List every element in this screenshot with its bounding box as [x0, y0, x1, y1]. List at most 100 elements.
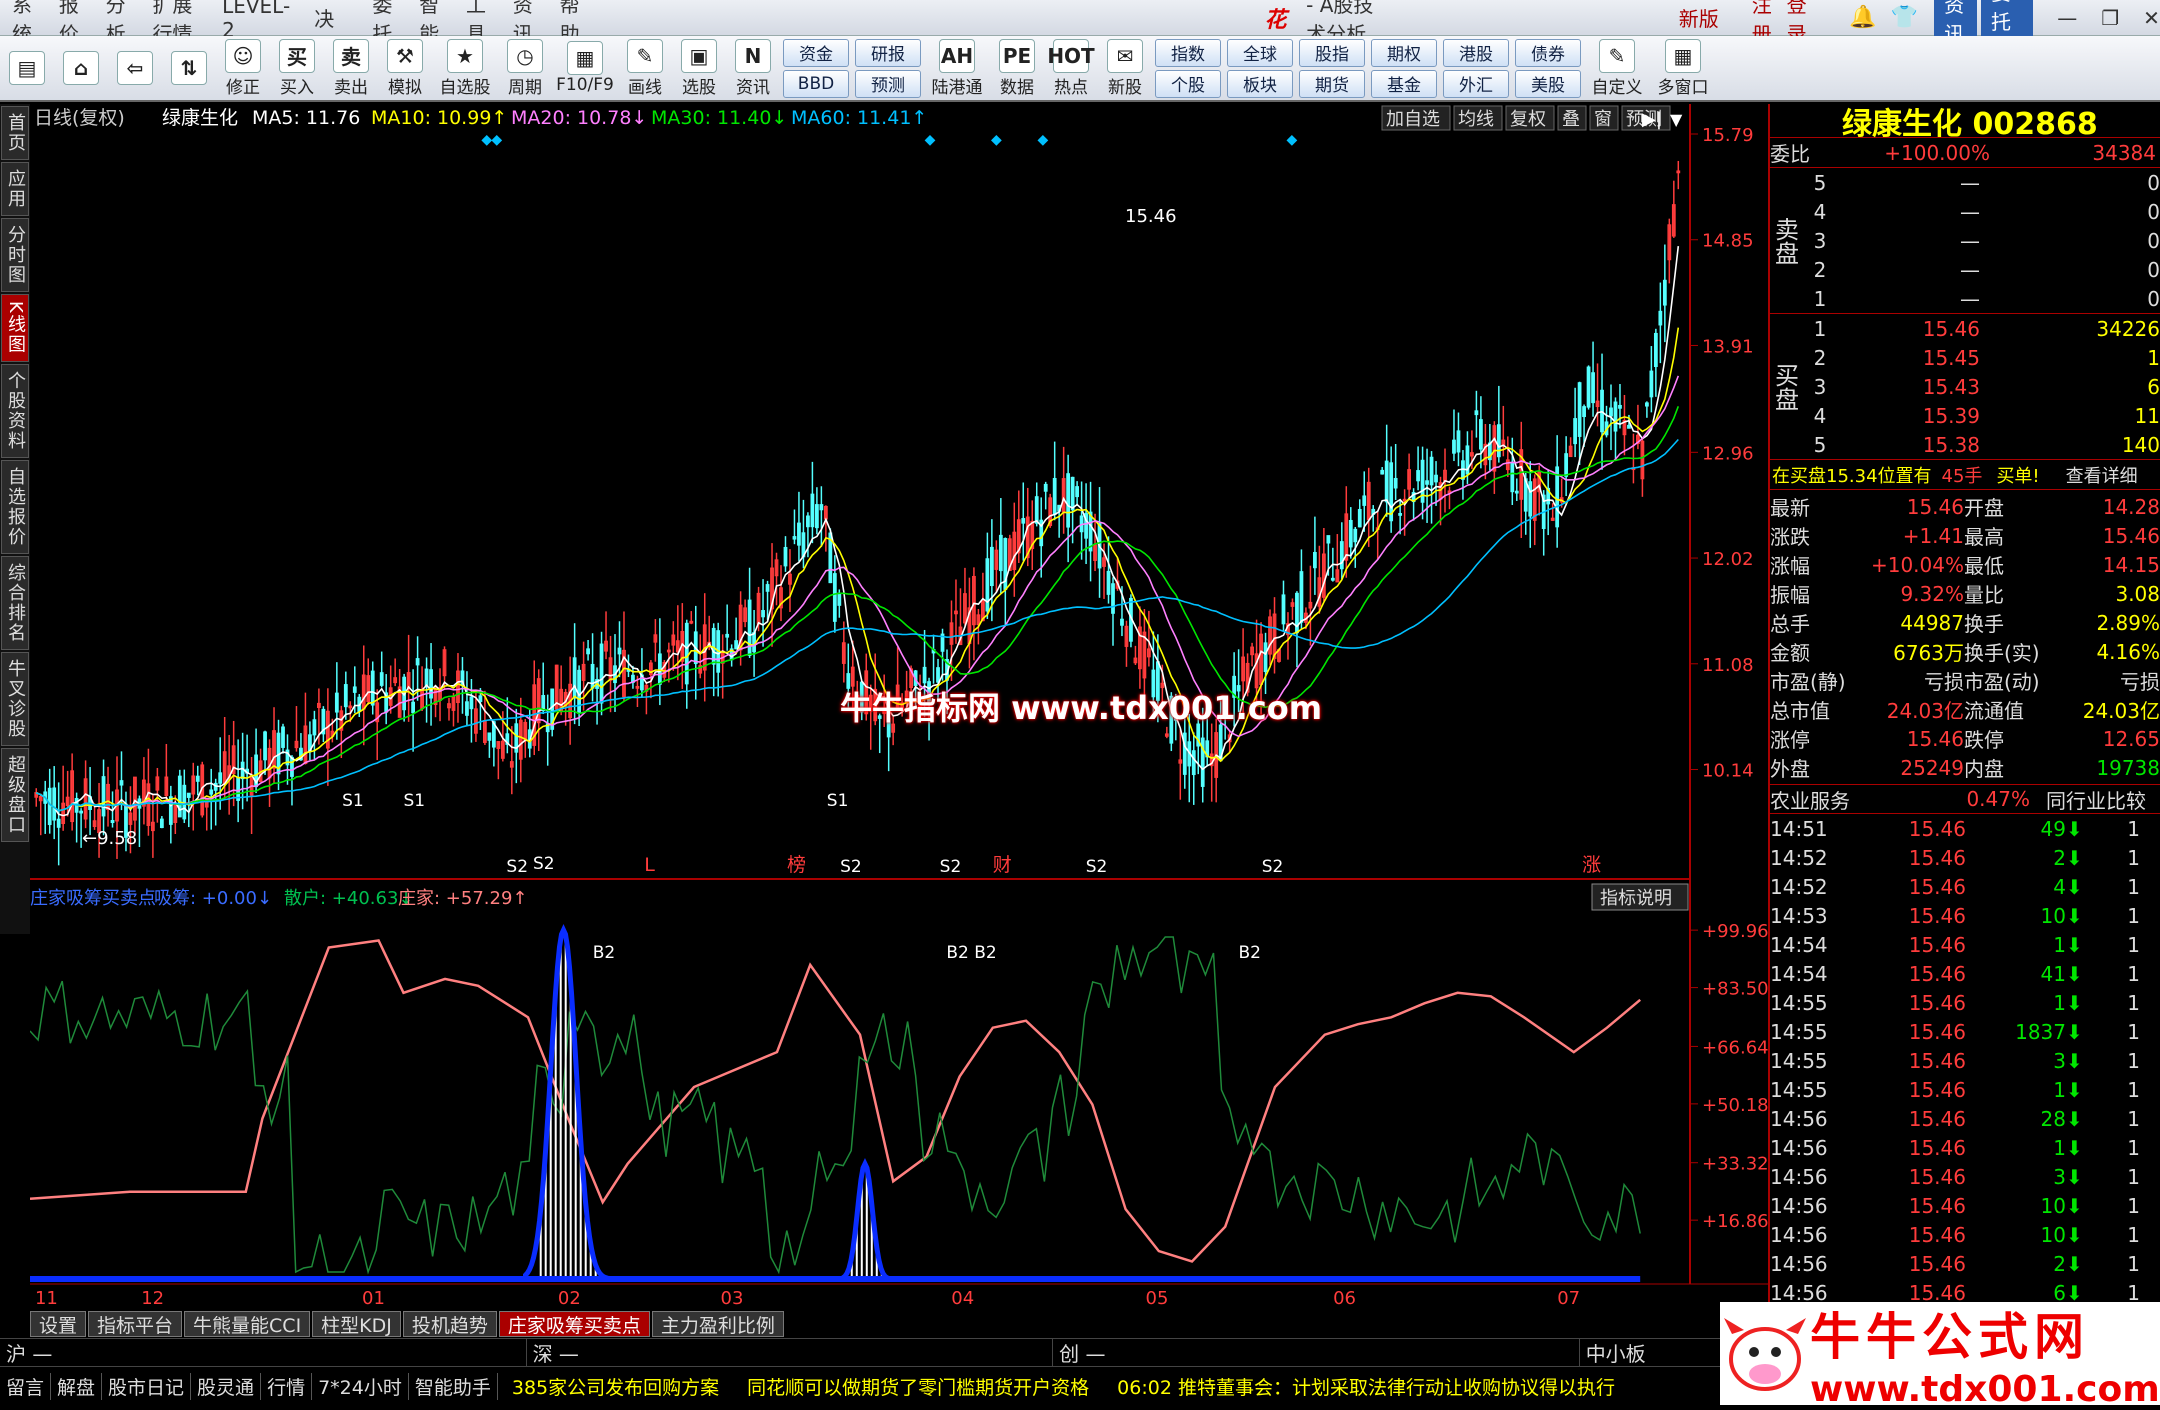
- tool-c-4-0[interactable]: 港股: [1443, 38, 1509, 67]
- sector-compare-button[interactable]: 同行业比较: [2046, 785, 2146, 813]
- indicator-tab-4[interactable]: 投机趋势: [402, 1311, 497, 1337]
- status-item-1[interactable]: 解盘: [51, 1372, 103, 1400]
- tool-icon-12: ▣: [681, 38, 717, 73]
- event-diamond-icon[interactable]: ◆: [491, 132, 502, 148]
- tool-c-1-1[interactable]: 板块: [1227, 69, 1293, 98]
- tool-8[interactable]: ★ 自选股: [432, 37, 498, 99]
- index-slot-1[interactable]: 深 —: [527, 1338, 1054, 1367]
- status-item-3[interactable]: 股灵通: [191, 1372, 262, 1400]
- sidebar-item-1[interactable]: 应用: [1, 162, 29, 216]
- index-slot-0[interactable]: 沪 —: [0, 1338, 527, 1367]
- indicator-tab-2[interactable]: 牛熊量能CCI: [184, 1311, 311, 1337]
- tool-label-8: 自选股: [439, 77, 491, 98]
- sidebar-item-4[interactable]: 个股资料: [1, 363, 29, 458]
- sidebar-item-2[interactable]: 分时图: [1, 218, 29, 292]
- tool-7[interactable]: ⚒ 模拟: [378, 37, 432, 99]
- tool-b-0[interactable]: AH 陆港通: [924, 37, 990, 99]
- tool-c-4-1[interactable]: 外汇: [1443, 69, 1509, 98]
- news-ticker-2[interactable]: 06:02 推特董事会：计划采取法律行动让收购协议得以执行: [1103, 1373, 1629, 1400]
- tool-c-2-1[interactable]: 期货: [1299, 69, 1365, 98]
- ind-signal-1: S1: [404, 791, 426, 811]
- status-item-2[interactable]: 股市日记: [102, 1372, 192, 1400]
- tick-row-1: 14:52 15.46 2 ⬇ 1: [1770, 843, 2160, 872]
- sidebar-item-7[interactable]: 牛叉诊股: [1, 651, 29, 746]
- event-diamond-icon[interactable]: ◆: [991, 132, 1002, 148]
- index-slot-2[interactable]: 创 —: [1053, 1338, 1580, 1367]
- status-item-6[interactable]: 智能助手: [409, 1372, 498, 1400]
- tool-b-1[interactable]: PE 数据: [990, 37, 1044, 99]
- event-marker-3[interactable]: 涨: [1582, 854, 1601, 876]
- tool-2[interactable]: ⇦: [108, 37, 162, 99]
- tool-c-0-1[interactable]: 个股: [1155, 69, 1221, 98]
- tool-c-2-0[interactable]: 股指: [1299, 38, 1365, 67]
- tool-6[interactable]: 卖卖出: [324, 37, 378, 99]
- status-item-4[interactable]: 行情: [261, 1372, 313, 1400]
- tool-c-5-0[interactable]: 债券: [1515, 38, 1581, 67]
- bell-icon[interactable]: 🔔: [1849, 5, 1876, 30]
- index-bar: 沪 — 深 — 创 — 中小板: [0, 1338, 1769, 1367]
- tool-3[interactable]: ⇅: [162, 37, 216, 99]
- event-marker-0[interactable]: L: [644, 854, 655, 876]
- arrow-down-icon: ⬇: [2066, 1222, 2083, 1247]
- close-icon[interactable]: ✕: [2143, 6, 2160, 30]
- candle-body: [819, 504, 824, 511]
- event-marker-2[interactable]: 财: [993, 854, 1012, 876]
- tool-13[interactable]: N 资讯: [726, 37, 780, 99]
- tool-4[interactable]: ☺ 修正: [216, 37, 270, 99]
- tool-a-1-1[interactable]: 预测: [855, 69, 921, 98]
- tick-vol: 1: [2053, 990, 2066, 1015]
- tool-12[interactable]: ▣ 选股: [672, 37, 726, 99]
- tool-c-3-1[interactable]: 基金: [1371, 69, 1437, 98]
- sidebar-item-5[interactable]: 自选报价: [1, 459, 29, 554]
- tool-b-3[interactable]: ✉ 新股: [1098, 37, 1152, 99]
- sidebar-item-0[interactable]: 首页: [1, 106, 29, 160]
- sidebar-item-3[interactable]: K线图: [1, 294, 29, 362]
- indicator-tab-6[interactable]: 主力盈利比例: [651, 1311, 784, 1337]
- event-diamond-icon[interactable]: ◆: [1038, 132, 1049, 148]
- tool-0[interactable]: ▤: [0, 37, 54, 99]
- candle-body: [1644, 402, 1649, 407]
- indicator-tab-0[interactable]: 设置: [30, 1311, 87, 1337]
- tool-1[interactable]: ⌂: [54, 37, 108, 99]
- indicator-tab-5[interactable]: 庄家吸筹买卖点: [498, 1311, 650, 1337]
- tool-c-5-1[interactable]: 美股: [1515, 69, 1581, 98]
- stat-row-1-cell-0: 涨跌: [1770, 525, 1810, 549]
- tool-b-2[interactable]: HOT 热点: [1044, 37, 1098, 99]
- tool-c-0-0[interactable]: 指数: [1155, 38, 1221, 67]
- price-label-6: 10.14: [1702, 761, 1754, 782]
- arrow-down-icon: ⬇: [2066, 845, 2083, 870]
- shirt-icon[interactable]: 👕: [1891, 5, 1918, 30]
- tool-d-0[interactable]: ✎ 自定义: [1584, 37, 1650, 99]
- tool-c-3-0[interactable]: 期权: [1371, 38, 1437, 67]
- indicator-tab-3[interactable]: 柱型KDJ: [312, 1311, 401, 1337]
- news-ticker-1[interactable]: 同花顺可以做期货了零门槛期货开户资格: [733, 1373, 1103, 1400]
- arrow-right-icon[interactable]: ▶|: [1642, 109, 1662, 130]
- minimize-icon[interactable]: —: [2057, 6, 2077, 30]
- indicator-tab-1[interactable]: 指标平台: [88, 1311, 183, 1337]
- event-diamond-icon[interactable]: ◆: [925, 132, 936, 148]
- event-marker-1[interactable]: 榜: [787, 854, 806, 876]
- sidebar-item-8[interactable]: 超级盘口: [1, 747, 29, 842]
- tool-a-0-1[interactable]: BBD: [783, 69, 849, 98]
- news-ticker-0[interactable]: 385家公司发布回购方案: [498, 1373, 733, 1400]
- candle-body: [1111, 583, 1115, 614]
- tool-d-1[interactable]: ▦ 多窗口: [1650, 37, 1716, 99]
- tool-a-0-0[interactable]: 资金: [783, 38, 849, 67]
- ind-value-3: 庄家: +57.29↑: [398, 888, 527, 909]
- ind-axis-label-5: +16.86: [1702, 1211, 1768, 1232]
- status-item-5[interactable]: 7*24小时: [312, 1372, 409, 1400]
- tool-a-1-0[interactable]: 研报: [855, 38, 921, 67]
- status-item-0[interactable]: 留言: [0, 1372, 52, 1400]
- candle-body: [168, 796, 173, 825]
- sidebar-item-6[interactable]: 综合排名: [1, 555, 29, 650]
- chevron-down-icon[interactable]: ▼: [1670, 110, 1683, 129]
- tick-time: 14:52: [1770, 845, 1828, 870]
- tool-c-1-0[interactable]: 全球: [1227, 38, 1293, 67]
- tool-10[interactable]: ▦ F10/F9: [552, 37, 618, 99]
- restore-icon[interactable]: ❐: [2101, 6, 2119, 30]
- bid-detail-link[interactable]: 查看详细: [2066, 462, 2138, 488]
- event-diamond-icon[interactable]: ◆: [1287, 132, 1298, 148]
- tool-11[interactable]: ✎ 画线: [618, 37, 672, 99]
- tool-9[interactable]: ◷ 周期: [498, 37, 552, 99]
- tool-5[interactable]: 买买入: [270, 37, 324, 99]
